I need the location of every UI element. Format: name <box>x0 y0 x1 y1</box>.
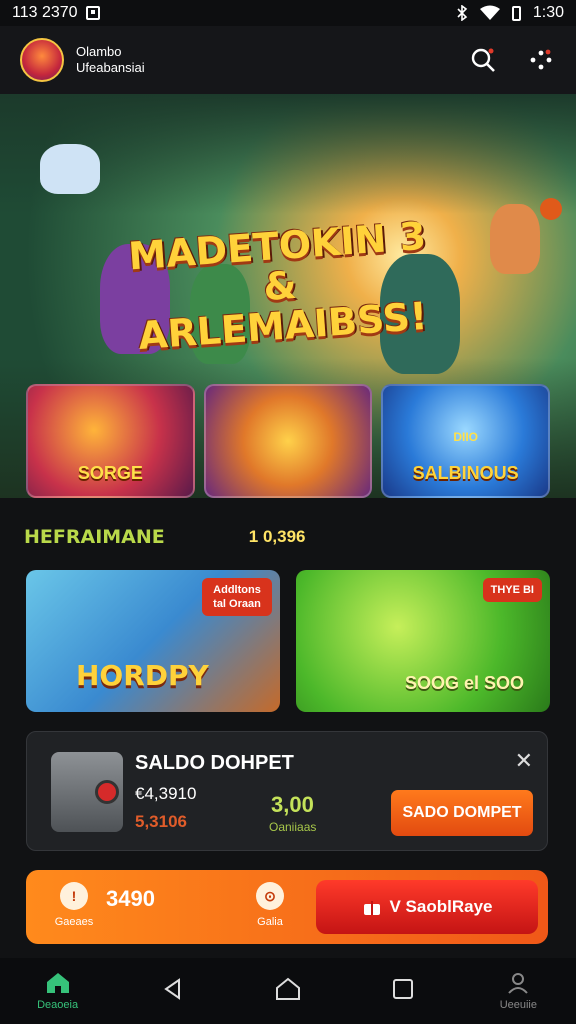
wallet-title: SALDO DOHPET <box>135 752 294 774</box>
wallet-item-thumbnail <box>51 752 123 832</box>
section-count: 1 0,396 <box>248 527 306 546</box>
section-header: HEFRAIMANE 1 0,396 <box>24 520 554 554</box>
cta-chip-label: Gaeaes <box>54 916 94 928</box>
wifi-icon <box>479 5 500 20</box>
cta-chip-right[interactable]: ⊙ Galia <box>240 882 300 928</box>
nav-recents[interactable] <box>358 977 448 1005</box>
account-info: Olambo Ufeabansiai <box>76 44 145 76</box>
section-title: HEFRAIMANE <box>24 526 165 548</box>
hero-creature-icon <box>40 144 100 194</box>
back-triangle-icon <box>164 978 180 1000</box>
account-sub: Ufeabansiai <box>76 60 145 75</box>
battery-icon <box>511 5 521 21</box>
nav-profile-label: Ueeuiie <box>499 999 537 1011</box>
nav-back[interactable] <box>128 977 218 1005</box>
wallet-value-primary: €4,3910 <box>135 784 197 803</box>
wallet-amount-label: Oaniiaas <box>269 820 317 834</box>
search-icon <box>471 48 495 72</box>
more-button[interactable] <box>526 45 556 75</box>
nav-profile[interactable]: Ueeuiie <box>473 971 563 1011</box>
coin-icon: ⊙ <box>256 882 284 910</box>
shield-icon: ! <box>60 882 88 910</box>
category-card-label: SORGE <box>77 463 143 483</box>
category-cards: SORGE DIIO SALBINOUS <box>26 384 551 498</box>
wallet-action-button[interactable]: SADO DOMPET <box>391 790 533 836</box>
promo-card-chest[interactable]: THYE BI SOOG el SOO <box>296 570 550 712</box>
promo-ribbon: THYE BI <box>482 578 542 602</box>
promo-ribbon: Addltons tal Oraan <box>202 578 272 616</box>
profile-icon <box>508 973 529 994</box>
status-time-left: 113 2370 <box>12 4 78 21</box>
promo-card-hordpy[interactable]: Addltons tal Oraan HORDPY <box>26 570 280 712</box>
close-icon[interactable]: ✕ <box>515 748 533 774</box>
wallet-value-secondary: 5,3106 <box>135 812 187 831</box>
promo-row: Addltons tal Oraan HORDPY THYE BI SOOG e… <box>26 570 550 712</box>
search-button[interactable] <box>468 45 498 75</box>
home-icon <box>46 973 69 993</box>
account-name: Olambo <box>76 44 122 59</box>
hero-elf-icon <box>490 204 540 274</box>
bluetooth-off-icon <box>457 5 468 21</box>
notification-icon <box>85 6 100 20</box>
status-bar: 113 2370 1:30 <box>0 0 576 26</box>
bottom-navigation: Deaoeia Ueeuiie <box>0 958 576 1024</box>
recents-square-icon <box>393 979 414 999</box>
nav-home[interactable]: Deaoeia <box>13 971 103 1011</box>
app-bar: Olambo Ufeabansiai <box>0 26 576 94</box>
bottom-cta-bar: ! Gaeaes 3490 ⊙ Galia V SaoblRaye <box>26 870 548 944</box>
category-card-badge: DIIO <box>453 430 479 444</box>
category-card-middle[interactable] <box>203 384 373 498</box>
category-card-label: SALBINOUS <box>412 463 519 483</box>
cta-main-button[interactable]: V SaoblRaye <box>316 880 538 934</box>
status-time-right: 1:30 <box>532 4 564 21</box>
cta-chip-label: Galia <box>257 916 283 928</box>
hero-title: MADETOKIN 3 & ARLEMAIBSS! <box>126 214 434 358</box>
cta-chip-left[interactable]: ! Gaeaes <box>44 882 104 928</box>
nav-home-button[interactable] <box>243 977 333 1005</box>
category-card-sorge[interactable]: SORGE <box>26 384 195 498</box>
dots-menu-icon <box>530 49 552 70</box>
promo-title: HORDPY <box>76 659 209 692</box>
category-card-salbinous[interactable]: DIIO SALBINOUS <box>381 384 551 498</box>
wallet-panel: SALDO DOHPET €4,3910 5,3106 3,00 Oaniiaa… <box>26 731 548 851</box>
promo-title: SOOG el SOO <box>404 673 524 693</box>
nav-home-label: Deaoeia <box>37 999 79 1011</box>
home-outline-icon <box>275 977 300 1000</box>
gift-icon <box>363 901 380 915</box>
cta-amount: 3490 <box>106 886 155 911</box>
hero-corner-badge <box>540 198 562 220</box>
cta-button-label: V SaoblRaye <box>389 897 493 916</box>
wallet-amount: 3,00 <box>271 792 314 817</box>
avatar[interactable] <box>20 38 64 82</box>
